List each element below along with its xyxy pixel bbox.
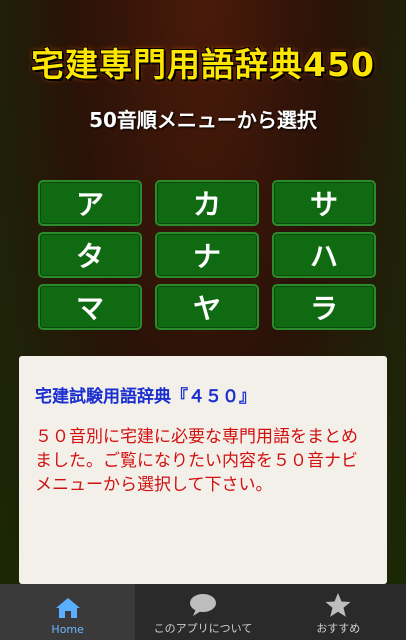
kana-menu: ア カ サ タ ナ ハ マ ヤ ラ [38,180,376,330]
kana-button-ha[interactable]: ハ [272,232,376,278]
kana-button-sa[interactable]: サ [272,180,376,226]
info-card: 宅建試験用語辞典『４５０』 ５０音別に宅建に必要な専門用語をまとめました。ご覧に… [19,356,387,584]
kana-button-ma[interactable]: マ [38,284,142,330]
kana-button-a[interactable]: ア [38,180,142,226]
tab-about[interactable]: このアプリについて [135,584,270,640]
kana-button-ra[interactable]: ラ [272,284,376,330]
app-title: 宅建専門用語辞典450 [31,45,375,84]
kana-button-ya[interactable]: ヤ [155,284,259,330]
tab-recommend[interactable]: おすすめ [271,584,406,640]
kana-button-ta[interactable]: タ [38,232,142,278]
info-heading: 宅建試験用語辞典『４５０』 [35,387,256,407]
tab-home[interactable]: Home [0,584,136,640]
app-subtitle: 50音順メニューから選択 [89,108,317,132]
tab-about-label: このアプリについて [153,622,253,635]
speech-bubble-icon [188,592,218,618]
star-icon [323,592,353,618]
tab-home-label: Home [51,623,84,636]
info-body: ５０音別に宅建に必要な専門用語をまとめました。ご覧になりたい内容を５０音ナビメニ… [35,427,358,495]
tab-recommend-label: おすすめ [316,622,361,635]
kana-button-na[interactable]: ナ [155,232,259,278]
kana-button-ka[interactable]: カ [155,180,259,226]
bottom-tab-bar: Home このアプリについて おすすめ [0,584,406,640]
home-icon [53,595,83,621]
